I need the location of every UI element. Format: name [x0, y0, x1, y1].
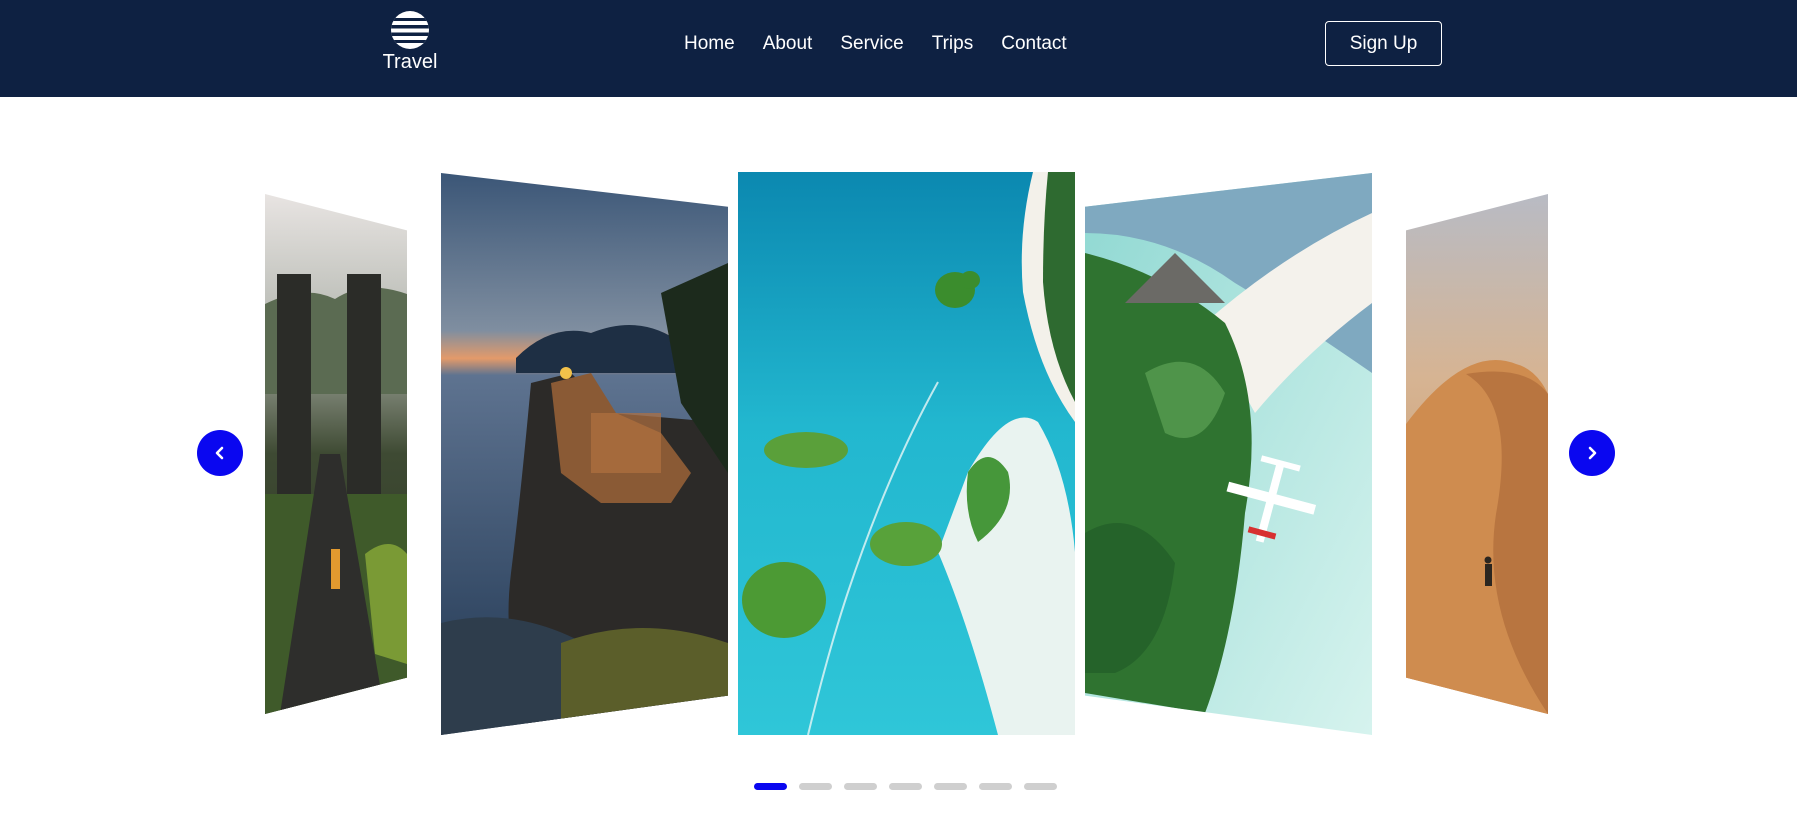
nav-service-link[interactable]: Service	[840, 30, 903, 58]
brand-name: Travel	[382, 51, 438, 73]
nav-about-link[interactable]: About	[763, 30, 813, 58]
tropical-beach-image	[1085, 173, 1372, 735]
pagination-dot-3[interactable]	[844, 783, 877, 790]
carousel-slide-aerial-islands[interactable]	[738, 172, 1075, 735]
pagination-dot-7[interactable]	[1024, 783, 1057, 790]
carousel-slide-tropical-beach[interactable]	[1085, 173, 1372, 735]
desert-dunes-image	[1406, 194, 1548, 714]
nav-home-link[interactable]: Home	[684, 30, 735, 58]
carousel-prev-button[interactable]	[197, 430, 243, 476]
pagination-dot-5[interactable]	[934, 783, 967, 790]
pagination-dot-2[interactable]	[799, 783, 832, 790]
nav-contact-link[interactable]: Contact	[1001, 30, 1066, 58]
chevron-right-icon	[1588, 446, 1597, 460]
nav-trips-link[interactable]: Trips	[932, 30, 974, 58]
striped-globe-icon	[391, 11, 429, 49]
carousel-slide-coastal-village[interactable]	[441, 173, 728, 735]
carousel-next-button[interactable]	[1569, 430, 1615, 476]
carousel-slide-desert[interactable]	[1406, 194, 1548, 714]
pagination-dot-1[interactable]	[754, 783, 787, 790]
top-navbar: Travel Home About Service Trips Contact …	[0, 0, 1797, 97]
main-menu: Home About Service Trips Contact	[684, 30, 1067, 58]
pagination-dot-4[interactable]	[889, 783, 922, 790]
aerial-islands-image	[738, 172, 1075, 735]
chevron-left-icon	[215, 446, 224, 460]
sign-up-button[interactable]: Sign Up	[1325, 21, 1442, 66]
carousel-pagination	[754, 783, 1057, 790]
brand-logo[interactable]: Travel	[380, 10, 440, 73]
coastal-village-image	[441, 173, 728, 735]
carousel-slide-temple-gate[interactable]	[265, 194, 407, 714]
pagination-dot-6[interactable]	[979, 783, 1012, 790]
temple-gate-image	[265, 194, 407, 714]
